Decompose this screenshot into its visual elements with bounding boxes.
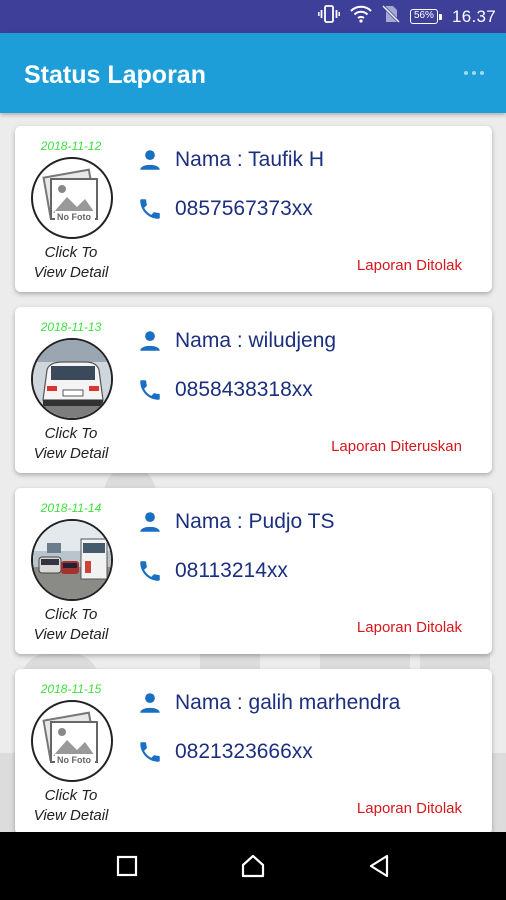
photo-label: No Foto	[57, 755, 91, 765]
report-date: 2018-11-14	[40, 501, 102, 515]
report-date: 2018-11-13	[40, 320, 102, 334]
person-icon	[140, 512, 160, 532]
reporter-name: Nama : Taufik H	[175, 148, 324, 171]
view-detail-link[interactable]: Click To View Detail	[15, 786, 127, 826]
phone-icon	[140, 742, 160, 762]
status-icons: 56% 16.37	[317, 0, 496, 33]
phone-icon	[140, 380, 160, 400]
vibrate-icon	[317, 5, 340, 28]
report-card[interactable]: 2018-11-14 Click To View Detail Nama: P…	[15, 488, 492, 654]
phone-row: 0821323666xx	[137, 739, 313, 765]
reporter-phone: 08113214xx	[175, 559, 288, 582]
report-card[interactable]: 2018-11-12 No Foto Click To View Detail …	[15, 126, 492, 292]
no-photo-icon[interactable]: No Foto	[31, 157, 113, 239]
back-icon[interactable]	[344, 832, 414, 900]
person-icon	[140, 150, 160, 170]
phone-row: 0857567373xx	[137, 196, 313, 222]
reporter-name: Nama : Pudjo TS	[175, 510, 335, 533]
status-bar: 56% 16.37	[0, 0, 506, 33]
report-list[interactable]: 2018-11-12 No Foto Click To View Detail …	[0, 113, 506, 832]
report-photo[interactable]	[31, 519, 113, 601]
report-status: Laporan Diteruskan	[331, 438, 462, 455]
wifi-icon	[350, 5, 372, 28]
phone-icon	[140, 199, 160, 219]
name-row: Nama : Taufik H	[137, 147, 324, 173]
report-status: Laporan Ditolak	[356, 800, 462, 817]
name-row: Nama : galih marhendra	[137, 690, 400, 716]
photo-label: No Foto	[57, 212, 91, 222]
name-row: Nama : Pudjo TS	[137, 509, 335, 535]
view-detail-link[interactable]: Click To View Detail	[15, 243, 127, 283]
no-sim-icon	[381, 4, 400, 28]
report-date: 2018-11-15	[40, 682, 102, 696]
battery-level: 56%	[409, 9, 438, 24]
name-row: Nama : wiludjeng	[137, 328, 336, 354]
report-photo[interactable]	[31, 338, 113, 420]
page-title: Status Laporan	[24, 61, 206, 89]
person-icon	[140, 693, 160, 713]
report-card[interactable]: 2018-11-15 No Foto Click To View Detail …	[15, 669, 492, 832]
home-icon[interactable]	[218, 832, 288, 900]
view-detail-link[interactable]: Click To View Detail	[15, 424, 127, 464]
reporter-phone: 0857567373xx	[175, 197, 313, 220]
reporter-phone: 0821323666xx	[175, 740, 313, 763]
person-icon	[140, 331, 160, 351]
view-detail-link[interactable]: Click To View Detail	[15, 605, 127, 645]
reporter-phone: 0858438318xx	[175, 378, 313, 401]
status-time: 16.37	[451, 6, 496, 26]
navigation-bar	[0, 832, 506, 900]
recents-square-icon[interactable]	[92, 832, 162, 900]
app-bar: Status Laporan	[0, 33, 506, 113]
report-status: Laporan Ditolak	[356, 619, 462, 636]
reporter-name: Nama : wiludjeng	[175, 329, 337, 352]
report-status: Laporan Ditolak	[356, 257, 462, 274]
no-photo-icon[interactable]: No Foto	[31, 700, 113, 782]
phone-icon	[140, 561, 160, 581]
report-card[interactable]: 2018-11-13 Click To View Detail Nama : w…	[15, 307, 492, 473]
phone-row: 0858438318xx	[137, 377, 313, 403]
reporter-name: Nama : galih marhendra	[175, 691, 401, 714]
report-date: 2018-11-12	[40, 139, 102, 153]
overflow-menu-icon[interactable]	[464, 71, 484, 75]
battery-icon: 56%	[409, 9, 442, 24]
phone-row: 08113214xx	[137, 558, 288, 584]
